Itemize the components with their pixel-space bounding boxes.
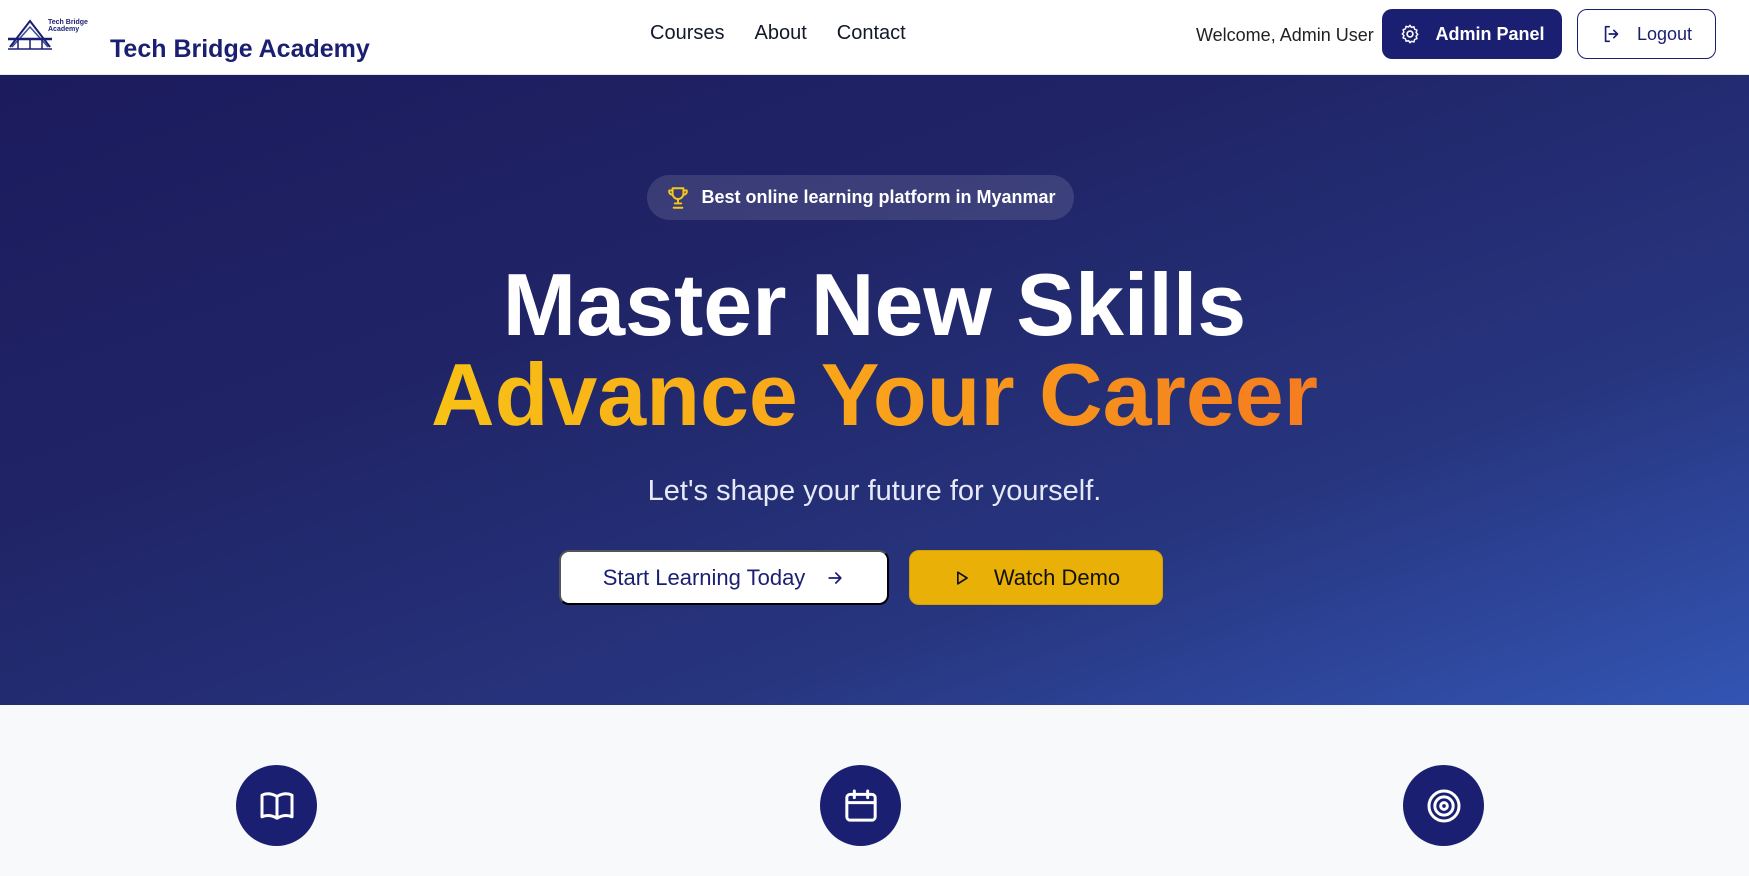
features-section [0,705,1749,876]
gear-icon [1401,24,1420,44]
start-learning-label: Start Learning Today [602,564,806,590]
main-nav: Courses About Contact [650,22,906,45]
calendar-icon [820,765,901,846]
logout-icon [1604,25,1619,43]
nav-courses[interactable]: Courses [650,22,724,45]
hero-title-line2-text: Advance Your Career [431,345,1318,444]
nav-about[interactable]: About [754,22,806,45]
hero-title-line1: Master New Skills [502,255,1247,354]
start-learning-button[interactable]: Start Learning Today [559,550,889,605]
logo-text: Tech Bridge Academy [48,19,88,33]
admin-panel-button[interactable]: Admin Panel [1382,9,1562,59]
hero-subtitle: Let's shape your future for yourself. [647,475,1102,507]
hero-section: Best online learning platform in Myanmar… [0,75,1749,705]
arrow-right-icon [828,571,842,584]
award-badge: Best online learning platform in Myanmar [647,175,1074,220]
welcome-text: Welcome, Admin User [1196,25,1374,45]
bridge-logo-icon [8,19,52,50]
logout-label: Logout [1636,23,1693,44]
brand-name[interactable]: Tech Bridge Academy [110,35,410,64]
top-navbar: Tech Bridge Academy Tech Bridge Academy … [0,0,1749,75]
academy-logo: Tech Bridge Academy [8,15,88,51]
watch-demo-label: Watch Demo [993,564,1121,590]
book-icon [236,765,317,846]
hero-title-line2: Advance Your Career [0,350,1749,440]
brand[interactable]: Tech Bridge Academy Tech Bridge Academy [8,15,370,63]
trophy-icon [668,186,689,209]
play-icon [956,570,968,585]
logout-button[interactable]: Logout [1577,9,1716,59]
nav-contact[interactable]: Contact [837,22,906,45]
target-icon [1403,765,1484,846]
watch-demo-button[interactable]: Watch Demo [909,550,1163,605]
badge-text: Best online learning platform in Myanmar [701,187,1056,207]
admin-panel-label: Admin Panel [1435,23,1545,44]
